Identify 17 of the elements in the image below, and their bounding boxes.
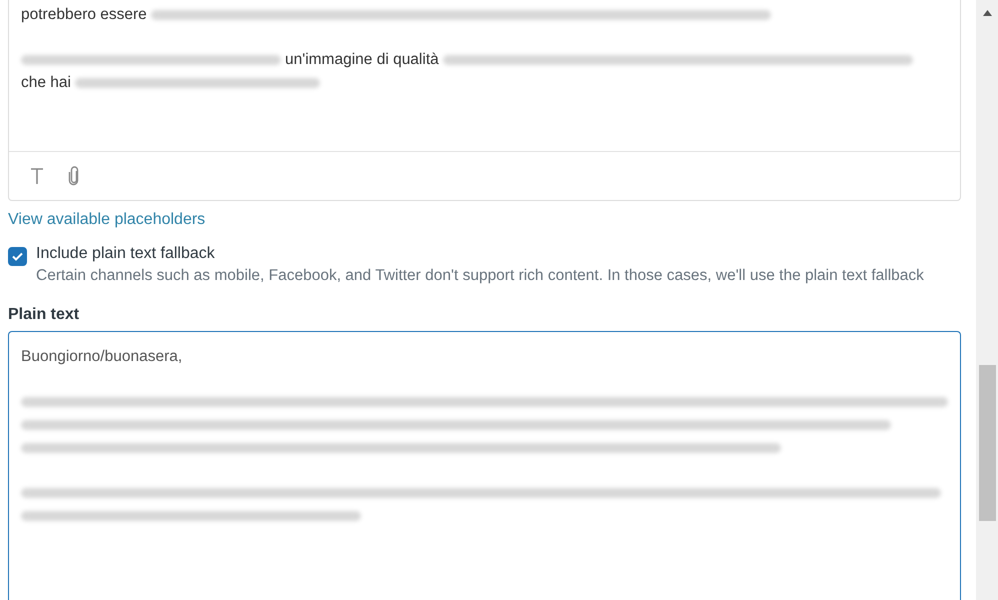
checkmark-icon [12, 252, 23, 261]
scroll-thumb[interactable] [978, 365, 996, 521]
body-text: che hai [21, 74, 71, 92]
text-format-icon[interactable] [29, 167, 45, 185]
field-label: Plain text [8, 306, 80, 324]
checkbox-description: Certain channels such as mobile, Facebook, and Twitter don't support rich content. In those cases, we'll use the plain text fallback [36, 266, 924, 286]
scrollbar[interactable] [976, 0, 998, 600]
scroll-up-icon[interactable] [982, 10, 992, 16]
paperclip-icon[interactable] [67, 166, 81, 186]
rich-text-editor[interactable]: potrebbero essere un'immagine di qualità che hai [8, 0, 961, 201]
checkbox[interactable] [8, 247, 27, 266]
plain-text-field[interactable]: Buongiorno/buonasera, [8, 331, 961, 600]
body-text: un'immagine di qualità [285, 50, 439, 68]
body-text: potrebbero essere [21, 6, 147, 24]
placeholders-link[interactable]: View available placeholders [8, 211, 206, 229]
checkbox-label: Include plain text fallback [36, 245, 216, 263]
body-text: Buongiorno/buonasera, [21, 348, 182, 366]
